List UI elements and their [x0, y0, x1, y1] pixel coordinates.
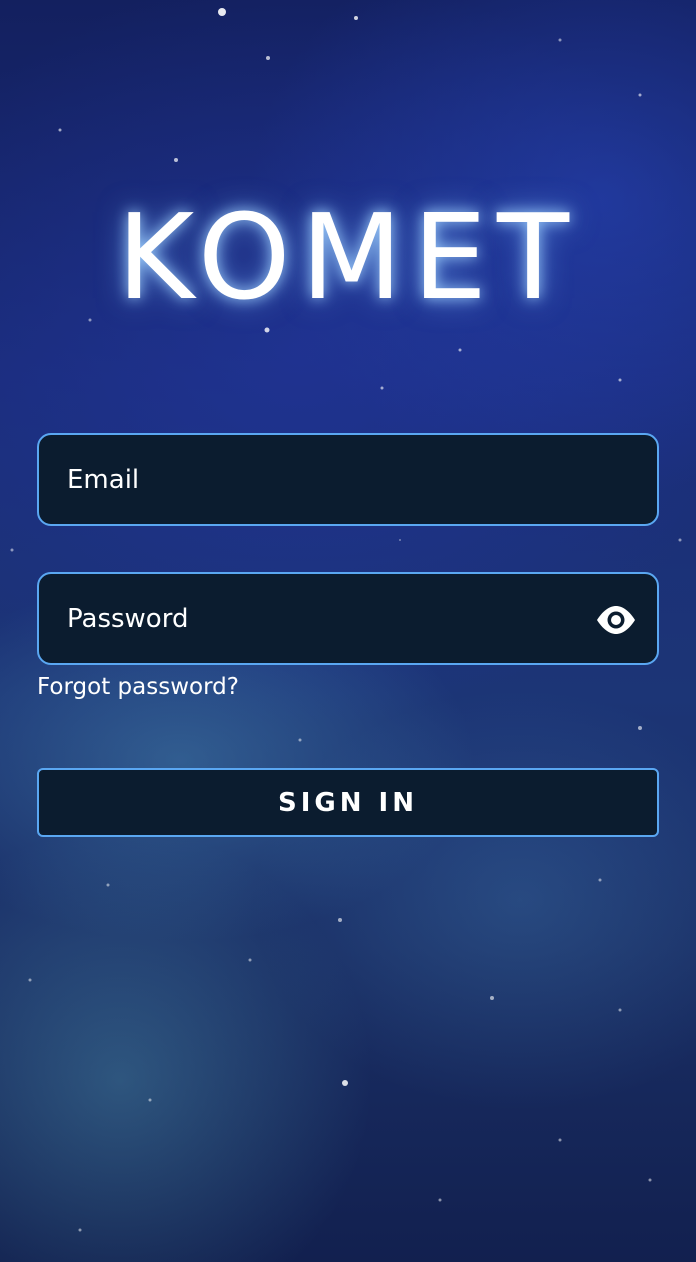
forgot-password-link[interactable]: Forgot password?: [37, 674, 239, 700]
email-input[interactable]: [67, 464, 587, 495]
email-field[interactable]: [37, 433, 659, 526]
eye-icon[interactable]: [595, 600, 637, 640]
app-logo: KOMET: [116, 188, 580, 326]
password-input[interactable]: [67, 603, 587, 634]
sign-in-button[interactable]: SIGN IN: [37, 768, 659, 837]
password-field[interactable]: [37, 572, 659, 665]
